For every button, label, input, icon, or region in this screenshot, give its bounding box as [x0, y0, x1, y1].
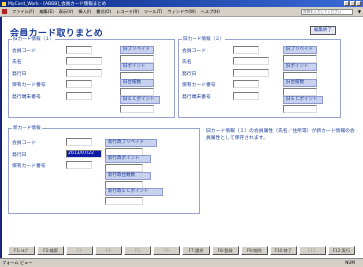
menu-format[interactable]: 書式(O) — [96, 9, 111, 15]
p1-ledger-label: 旧台帳数 — [120, 79, 154, 87]
form-icon — [2, 9, 7, 14]
p3-card-number-field[interactable] — [66, 161, 92, 169]
p3-member-code-label: 会員コード — [12, 141, 36, 146]
status-num-text: NUM — [345, 260, 355, 265]
function-key-bar: F1:ﾍﾙﾌﾟ F2:検索 F3: F4: F5: F6: F7:選択 F8:登… — [8, 246, 355, 255]
menu-help[interactable]: ヘルプ(H) — [201, 9, 220, 15]
menu-file[interactable]: ファイル(F) — [12, 9, 34, 15]
end-edit-button[interactable]: 編集終了 — [310, 26, 336, 35]
p1-name-label: 氏名 — [12, 60, 22, 65]
p3-issue-date-field[interactable]: 2013/07/22 — [66, 150, 102, 158]
p2-ec-point-label: 旧ＥＣポイント — [283, 96, 323, 104]
p2-terminal-number-label: 発行端末番号 — [182, 95, 211, 100]
f12-button[interactable]: F12:実行 — [327, 246, 355, 255]
p1-name-field[interactable] — [66, 57, 102, 65]
notice-text: 旧カード情報（１）の会員属性（氏名／住所等）が新カード情報の会員属性として保存さ… — [206, 129, 355, 141]
p1-issue-date-field[interactable] — [66, 69, 102, 77]
old-card-panel-2-title: 旧カード情報（２） — [182, 36, 226, 42]
status-view-text: フォーム ビュー — [2, 260, 33, 265]
f9-button[interactable]: F9:削除 — [240, 246, 268, 255]
p3-ledger-label: 新行政台数数 — [105, 172, 151, 180]
p2-issue-date-label: 発行日 — [182, 72, 197, 77]
window-titlebar: MyCard_Work - [ABBB]_会員カード情報まとめ — [0, 0, 363, 7]
p1-card-number-field[interactable] — [66, 80, 92, 88]
p2-name-field[interactable] — [233, 57, 269, 65]
p2-terminal-number-field[interactable] — [233, 92, 259, 100]
p3-issue-date-label: 発行日 — [12, 153, 27, 158]
p2-ledger-label: 旧台帳数 — [283, 79, 317, 87]
p2-issue-date-field[interactable] — [233, 69, 269, 77]
menu-view[interactable]: 表示(V) — [59, 9, 74, 15]
f7-button[interactable]: F7:選択 — [182, 246, 210, 255]
p3-card-number-label: 保有カード番号 — [12, 164, 46, 169]
p2-card-number-field[interactable] — [233, 80, 259, 88]
menu-edit[interactable]: 編集(E) — [39, 9, 53, 15]
p2-member-code-label: 会員コード — [182, 49, 206, 54]
p1-member-code-label: 会員コード — [12, 49, 36, 54]
p3-point-field[interactable] — [105, 164, 143, 172]
app-icon — [2, 1, 6, 6]
window-controls — [344, 1, 361, 6]
p1-member-code-field[interactable] — [66, 46, 92, 54]
p1-terminal-number-label: 発行端末番号 — [12, 95, 41, 100]
p1-issue-date-label: 発行日 — [12, 72, 27, 77]
p2-prepaid-label: 旧プリペイド — [283, 46, 317, 54]
chevron-down-icon[interactable]: ▼ — [358, 9, 361, 14]
p1-prepaid-field[interactable] — [120, 55, 154, 63]
p1-terminal-number-field[interactable] — [66, 92, 92, 100]
p3-point-label: 新行政ポイント — [105, 155, 151, 163]
status-bar: フォーム ビュー NUM — [0, 258, 363, 267]
p2-point-label: 旧ポイント — [283, 63, 317, 71]
p3-ec-point-label: 新行政ＥＣポイント — [105, 188, 163, 196]
minimize-icon[interactable] — [344, 1, 349, 6]
close-icon[interactable] — [356, 1, 361, 6]
f8-button[interactable]: F8:登録 — [211, 246, 239, 255]
p2-ec-point-field[interactable] — [283, 105, 317, 113]
menu-bar: ファイル(F) 編集(E) 表示(V) 挿入(I) 書式(O) レコード(R) … — [0, 7, 363, 17]
menu-window[interactable]: ウィンドウ(W) — [167, 9, 195, 15]
p1-point-label: 旧ポイント — [120, 63, 154, 71]
new-card-panel — [8, 128, 200, 214]
f6-button[interactable]: F6: — [153, 246, 181, 255]
new-card-panel-title: 新カード情報 — [12, 125, 42, 131]
p1-ec-point-field[interactable] — [120, 105, 154, 113]
p2-prepaid-field[interactable] — [283, 55, 317, 63]
p2-member-code-field[interactable] — [233, 46, 259, 54]
p3-member-code-field[interactable] — [66, 138, 92, 146]
f2-button[interactable]: F2:検索 — [37, 246, 65, 255]
f5-button[interactable]: F5: — [124, 246, 152, 255]
maximize-icon[interactable] — [350, 1, 355, 6]
f1-button[interactable]: F1:ﾍﾙﾌﾟ — [8, 246, 36, 255]
p3-ec-point-field[interactable] — [105, 197, 143, 205]
p1-ledger-field[interactable] — [120, 88, 154, 96]
p2-ledger-field[interactable] — [283, 88, 317, 96]
p1-prepaid-label: 旧プリペイド — [120, 46, 154, 54]
p1-ec-point-label: 旧ＥＣポイント — [120, 96, 160, 104]
p3-prepaid-label: 新行政プリペイド — [105, 139, 157, 147]
f3-button[interactable]: F3: — [66, 246, 94, 255]
window-title: MyCard_Work - [ABBB]_会員カード情報まとめ — [8, 1, 107, 7]
p1-card-number-label: 保有カード番号 — [12, 83, 46, 88]
f10-button[interactable]: F10:終了 — [269, 246, 297, 255]
old-card-panel-1-title: 旧カード情報（１） — [12, 36, 56, 42]
menu-tools[interactable]: ツール(T) — [144, 9, 162, 15]
f11-button[interactable]: F11: — [298, 246, 326, 255]
menu-insert[interactable]: 挿入(I) — [78, 9, 91, 15]
help-search-input[interactable]: 質問を入力してください — [301, 9, 353, 15]
f4-button[interactable]: F4: — [95, 246, 123, 255]
menu-records[interactable]: レコード(R) — [116, 9, 139, 15]
p2-card-number-label: 保有カード番号 — [182, 83, 216, 88]
p2-name-label: 氏名 — [182, 60, 192, 65]
